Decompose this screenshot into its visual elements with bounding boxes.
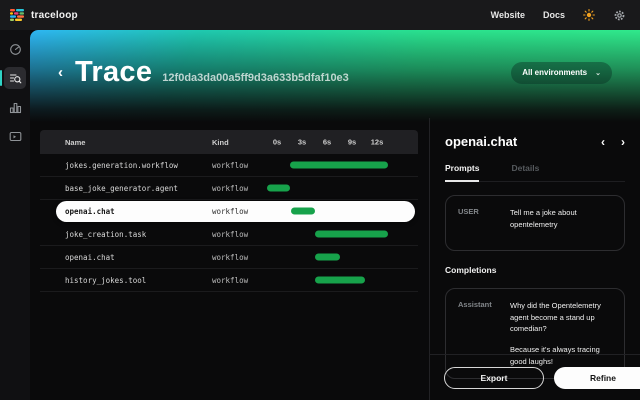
main-panel: ‹ Trace 12f0da3da00a5ff9d3a633b5dfaf10e3…: [30, 30, 640, 400]
detail-footer: Export Refine: [429, 354, 640, 400]
docs-link[interactable]: Docs: [543, 10, 565, 20]
sidebar-item-traces[interactable]: [4, 67, 26, 89]
duration-bar: [267, 185, 290, 192]
page-title: Trace: [75, 58, 152, 87]
span-track: [267, 200, 392, 222]
sidebar: [0, 30, 30, 400]
spans-table: Name Kind 0s 3s 6s 9s 12s jokes.generation.w…: [40, 130, 418, 292]
prompt-text: Tell me a joke about opentelemetry: [510, 207, 612, 239]
sidebar-item-playground[interactable]: [4, 125, 26, 147]
span-row[interactable]: openai.chatworkflow: [40, 200, 418, 223]
span-track: [267, 177, 392, 199]
environment-dropdown[interactable]: All environments ⌄: [511, 62, 612, 84]
duration-bar: [315, 254, 340, 261]
span-kind: workflow: [212, 184, 267, 193]
duration-bar: [291, 208, 315, 215]
export-button[interactable]: Export: [444, 367, 544, 389]
sidebar-item-analytics[interactable]: [4, 96, 26, 118]
span-name: openai.chat: [40, 207, 212, 216]
span-name: openai.chat: [40, 253, 212, 262]
website-link[interactable]: Website: [491, 10, 525, 20]
duration-bar: [315, 231, 388, 238]
refine-button[interactable]: Refine: [554, 367, 640, 389]
span-row[interactable]: history_jokes.toolworkflow: [40, 269, 418, 292]
brand: traceloop: [0, 9, 78, 21]
bar-chart-icon: [9, 101, 22, 114]
settings-gear-icon[interactable]: [613, 9, 626, 22]
environment-dropdown-value: All environments: [522, 68, 587, 77]
span-kind: workflow: [212, 276, 267, 285]
prompt-role-label: USER: [458, 207, 510, 239]
tab-prompts[interactable]: Prompts: [445, 163, 479, 182]
span-title: openai.chat: [445, 134, 517, 149]
timeline-axis: 0s 3s 6s 9s 12s: [267, 130, 392, 154]
traceloop-app: traceloop Website Docs: [0, 0, 640, 400]
span-kind: workflow: [212, 161, 267, 170]
prompt-card: USER Tell me a joke about opentelemetry: [445, 195, 625, 251]
duration-bar: [315, 277, 365, 284]
span-name: joke_creation.task: [40, 230, 212, 239]
timeline-tick: 6s: [323, 138, 331, 147]
tab-details[interactable]: Details: [511, 163, 539, 181]
spans-table-body: jokes.generation.workflowworkflowbase_jo…: [40, 154, 418, 292]
trace-hero: ‹ Trace 12f0da3da00a5ff9d3a633b5dfaf10e3…: [30, 30, 640, 122]
timeline-tick: 9s: [348, 138, 356, 147]
span-pager: ‹ ›: [601, 136, 625, 148]
duration-bar: [290, 162, 388, 169]
theme-toggle-sun-icon[interactable]: [583, 9, 595, 21]
search-traces-icon: [9, 72, 22, 85]
span-row[interactable]: base_joke_generator.agentworkflow: [40, 177, 418, 200]
span-track: [267, 269, 392, 291]
span-row[interactable]: jokes.generation.workflowworkflow: [40, 154, 418, 177]
prev-span-button[interactable]: ‹: [601, 136, 605, 148]
traceloop-logo: [10, 9, 25, 21]
span-kind: workflow: [212, 230, 267, 239]
timeline-tick: 3s: [298, 138, 306, 147]
topbar-right: Website Docs: [491, 9, 640, 22]
sidebar-item-dashboard[interactable]: [4, 38, 26, 60]
completions-heading: Completions: [445, 265, 625, 275]
trace-id: 12f0da3da00a5ff9d3a633b5dfaf10e3: [162, 72, 349, 84]
span-name: base_joke_generator.agent: [40, 184, 212, 193]
detail-tabs: Prompts Details: [445, 163, 625, 182]
span-row[interactable]: openai.chatworkflow: [40, 246, 418, 269]
column-header-name: Name: [40, 138, 212, 147]
playground-icon: [9, 130, 22, 143]
span-row[interactable]: joke_creation.taskworkflow: [40, 223, 418, 246]
timeline-tick: 12s: [371, 138, 384, 147]
span-name: jokes.generation.workflow: [40, 161, 212, 170]
back-button[interactable]: ‹: [58, 65, 63, 80]
span-track: [267, 223, 392, 245]
span-name: history_jokes.tool: [40, 276, 212, 285]
span-kind: workflow: [212, 253, 267, 262]
timeline-tick: 0s: [273, 138, 281, 147]
chevron-down-icon: ⌄: [595, 69, 601, 77]
topbar: traceloop Website Docs: [0, 0, 640, 30]
column-header-kind: Kind: [212, 138, 267, 147]
span-track: [267, 246, 392, 268]
brand-name: traceloop: [31, 10, 78, 21]
span-track: [267, 154, 392, 176]
gauge-icon: [9, 43, 22, 56]
next-span-button[interactable]: ›: [621, 136, 625, 148]
span-kind: workflow: [212, 207, 267, 216]
spans-table-header: Name Kind 0s 3s 6s 9s 12s: [40, 130, 418, 154]
